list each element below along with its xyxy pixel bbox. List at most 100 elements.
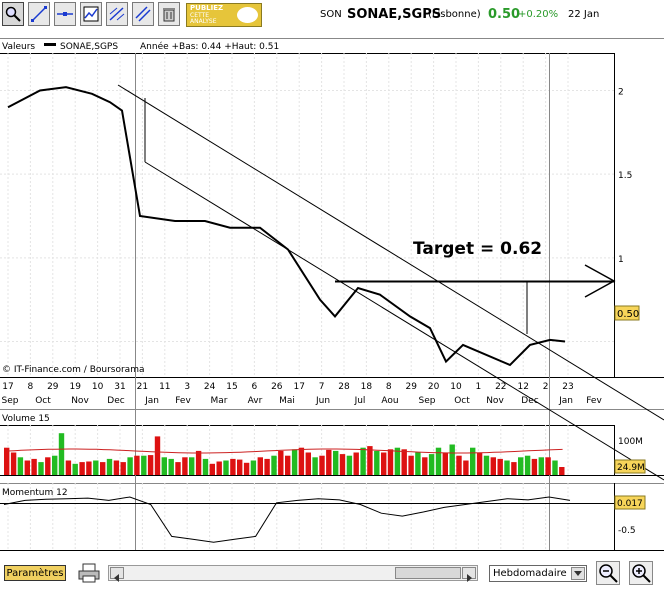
arrow-right-icon (467, 574, 472, 582)
x-axis-day-label: 3 (184, 382, 190, 392)
x-axis-day-label: 31 (114, 382, 125, 392)
volume-bar (161, 457, 167, 475)
x-axis-day-label: 17 (293, 382, 304, 392)
volume-bar (271, 455, 277, 475)
x-axis-day-label: 28 (338, 382, 350, 392)
x-axis-month-label: Aou (381, 396, 398, 406)
volume-bar (545, 457, 551, 475)
volume-bar (339, 454, 346, 475)
x-axis-day-label: 24 (204, 382, 216, 392)
volume-bar (449, 444, 455, 475)
zoom-out-icon (599, 564, 618, 583)
volume-bar (442, 452, 448, 475)
x-axis-month-label: Dec (107, 396, 124, 406)
price-y-tick: 1.5 (618, 171, 632, 181)
volume-bar (374, 450, 380, 475)
volume-bar (58, 433, 65, 475)
volume-bar (353, 452, 359, 475)
credit-text: © IT-Finance.com / Boursorama (2, 365, 144, 375)
zoom-in-button[interactable] (629, 561, 653, 585)
volume-bar (52, 455, 58, 475)
x-axis-day-label: 26 (271, 382, 283, 392)
volume-bar (127, 457, 133, 475)
printer-icon (78, 563, 100, 583)
parameters-label: Paramètres (6, 568, 64, 579)
volume-bar (381, 452, 387, 475)
volume-bar (86, 461, 92, 475)
volume-bar (168, 458, 174, 475)
price-y-axis: 21.51 (618, 87, 632, 264)
last-price-badge-text: 0.50 (617, 309, 639, 320)
volume-bar (490, 457, 496, 475)
legend-label: Valeurs (2, 42, 35, 52)
channel-upper-line (117, 84, 664, 421)
x-axis-day-label: 8 (386, 382, 392, 392)
target-annotation: Target = 0.62 (413, 239, 542, 259)
scroll-left-button[interactable] (110, 567, 124, 582)
scroll-right-button[interactable] (462, 567, 476, 582)
volume-bar (552, 460, 558, 475)
volume-bar (326, 449, 332, 475)
x-axis-month-label: Sep (419, 396, 436, 406)
volume-bar (415, 452, 421, 475)
volume-bar (106, 458, 113, 475)
volume-bar (497, 458, 503, 475)
volume-bar (24, 460, 30, 475)
parameters-button[interactable]: Paramètres (4, 565, 66, 581)
volume-moving-average (7, 448, 563, 454)
x-axis-month-label: Dec (521, 396, 538, 406)
momentum-title: Momentum 12 (2, 488, 68, 498)
volume-bar (45, 457, 51, 475)
volume-bar (422, 457, 428, 475)
x-axis-month-label: Oct (35, 396, 51, 406)
volume-bar (476, 452, 483, 475)
scroll-thumb[interactable] (395, 567, 461, 579)
x-axis-day-label: 10 (92, 382, 104, 392)
x-axis-months: Sep Oct Nov Dec Jan Fev Mar Avr Mai Jun Jul Aou Sep O… (2, 396, 603, 406)
volume-bar (524, 455, 531, 475)
legend-swatch (44, 43, 56, 46)
x-axis-month-label: Sep (2, 396, 19, 406)
volume-bar (209, 463, 215, 476)
volume-bar (531, 458, 538, 475)
volume-bar (10, 452, 17, 475)
volume-bar (31, 458, 37, 475)
arrow-left-icon (114, 574, 119, 582)
legend-range: Année +Bas: 0.44 +Haut: 0.51 (140, 41, 279, 52)
volume-bar (182, 457, 188, 475)
chart-area[interactable]: Valeurs SONAE,SGPS Année +Bas: 0.44 +Hau… (0, 0, 664, 560)
volume-bar (154, 436, 161, 475)
x-axis-month-label: Mai (279, 396, 295, 406)
volume-bar (504, 460, 510, 475)
volume-bar (483, 455, 490, 475)
legend-series-name: SONAE,SGPS (60, 42, 118, 52)
volume-bar (312, 457, 318, 475)
x-axis-day-label: 2 (543, 382, 549, 392)
volume-title: Volume 15 (2, 414, 50, 424)
period-select[interactable]: Hebdomadaire (489, 565, 587, 582)
volume-bar (65, 460, 72, 475)
volume-bar (518, 457, 524, 475)
volume-bar (120, 462, 126, 475)
volume-bar (141, 455, 147, 475)
volume-bar (456, 455, 462, 475)
x-axis-month-label: Nov (486, 396, 504, 406)
horizontal-scrollbar[interactable] (108, 565, 478, 582)
x-axis-month-label: Jan (558, 396, 573, 406)
volume-bar (243, 462, 250, 475)
volume-bar (79, 462, 85, 475)
volume-bar (93, 460, 99, 475)
zoom-out-button[interactable] (596, 561, 620, 585)
volume-bar (230, 458, 236, 475)
x-axis-month-label: Oct (454, 396, 470, 406)
dropdown-button[interactable] (571, 567, 585, 580)
x-axis-month-label: Avr (248, 396, 263, 406)
volume-bar (147, 455, 154, 475)
volume-bar (264, 458, 270, 475)
print-button[interactable] (78, 563, 100, 583)
x-axis-month-label: Nov (71, 396, 89, 406)
volume-bar (298, 447, 305, 475)
x-axis-month-label: Mar (211, 396, 228, 406)
bottom-bar: Paramètres Hebdomadaire (0, 560, 664, 595)
volume-bar (216, 461, 222, 475)
